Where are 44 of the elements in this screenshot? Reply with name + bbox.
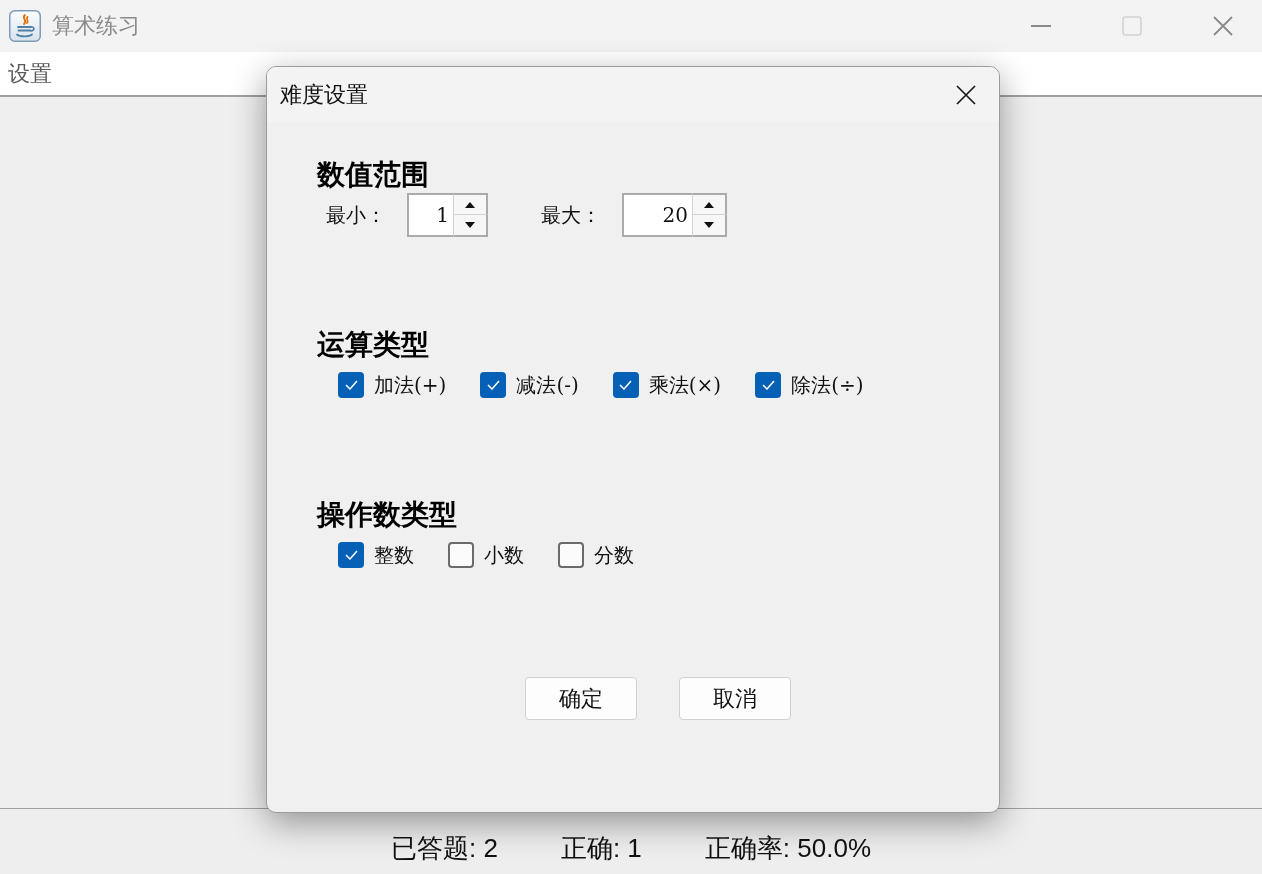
decrement-button[interactable]	[453, 215, 488, 237]
up-triangle-icon	[704, 201, 714, 208]
checkbox[interactable]	[338, 372, 364, 398]
field-label: 最小：	[326, 201, 386, 229]
status-text: 正确: 1	[560, 832, 642, 865]
checkbox[interactable]	[338, 542, 364, 568]
checkbox-label: 整数	[374, 541, 414, 569]
checkmark-icon	[619, 380, 633, 390]
checkbox-label: 除法(÷)	[791, 371, 864, 399]
close-icon[interactable]	[956, 84, 976, 105]
increment-button[interactable]	[453, 193, 488, 215]
checkmark-icon	[486, 380, 500, 390]
checkbox[interactable]	[448, 542, 474, 568]
dialog-title: 难度设置	[280, 80, 368, 109]
checkbox-label: 乘法(×)	[648, 371, 722, 399]
increment-button[interactable]	[692, 193, 727, 215]
section-heading: 运算类型	[317, 327, 429, 363]
checkbox[interactable]	[612, 372, 639, 398]
field-label: 最大：	[541, 201, 601, 229]
checkmark-icon	[761, 380, 775, 390]
section-heading: 操作数类型	[317, 497, 457, 533]
number-field[interactable]: 1	[407, 193, 453, 237]
window-title: 算术练习	[52, 12, 140, 40]
down-triangle-icon	[704, 222, 714, 228]
coffee-cup-icon	[9, 10, 41, 42]
up-triangle-icon	[465, 201, 475, 208]
decrement-button[interactable]	[692, 215, 727, 237]
down-triangle-icon	[465, 222, 475, 228]
checkmark-icon	[344, 380, 358, 390]
checkbox-label: 加法(+)	[374, 371, 447, 399]
menu-item[interactable]: 设置	[0, 58, 52, 89]
checkbox-label: 小数	[484, 541, 524, 569]
checkbox[interactable]	[558, 542, 584, 568]
dialog-button[interactable]: 确定	[524, 677, 637, 720]
number-field[interactable]: 20	[622, 193, 692, 237]
checkbox-label: 减法(-)	[516, 371, 579, 399]
checkbox[interactable]	[480, 372, 507, 398]
dialog-button[interactable]: 取消	[678, 677, 791, 720]
checkmark-icon	[344, 550, 358, 560]
section-heading: 数值范围	[317, 157, 429, 193]
status-text: 已答题: 2	[391, 832, 498, 865]
checkbox[interactable]	[755, 372, 782, 398]
checkbox-label: 分数	[594, 541, 634, 569]
status-text: 正确率: 50.0%	[704, 832, 871, 865]
